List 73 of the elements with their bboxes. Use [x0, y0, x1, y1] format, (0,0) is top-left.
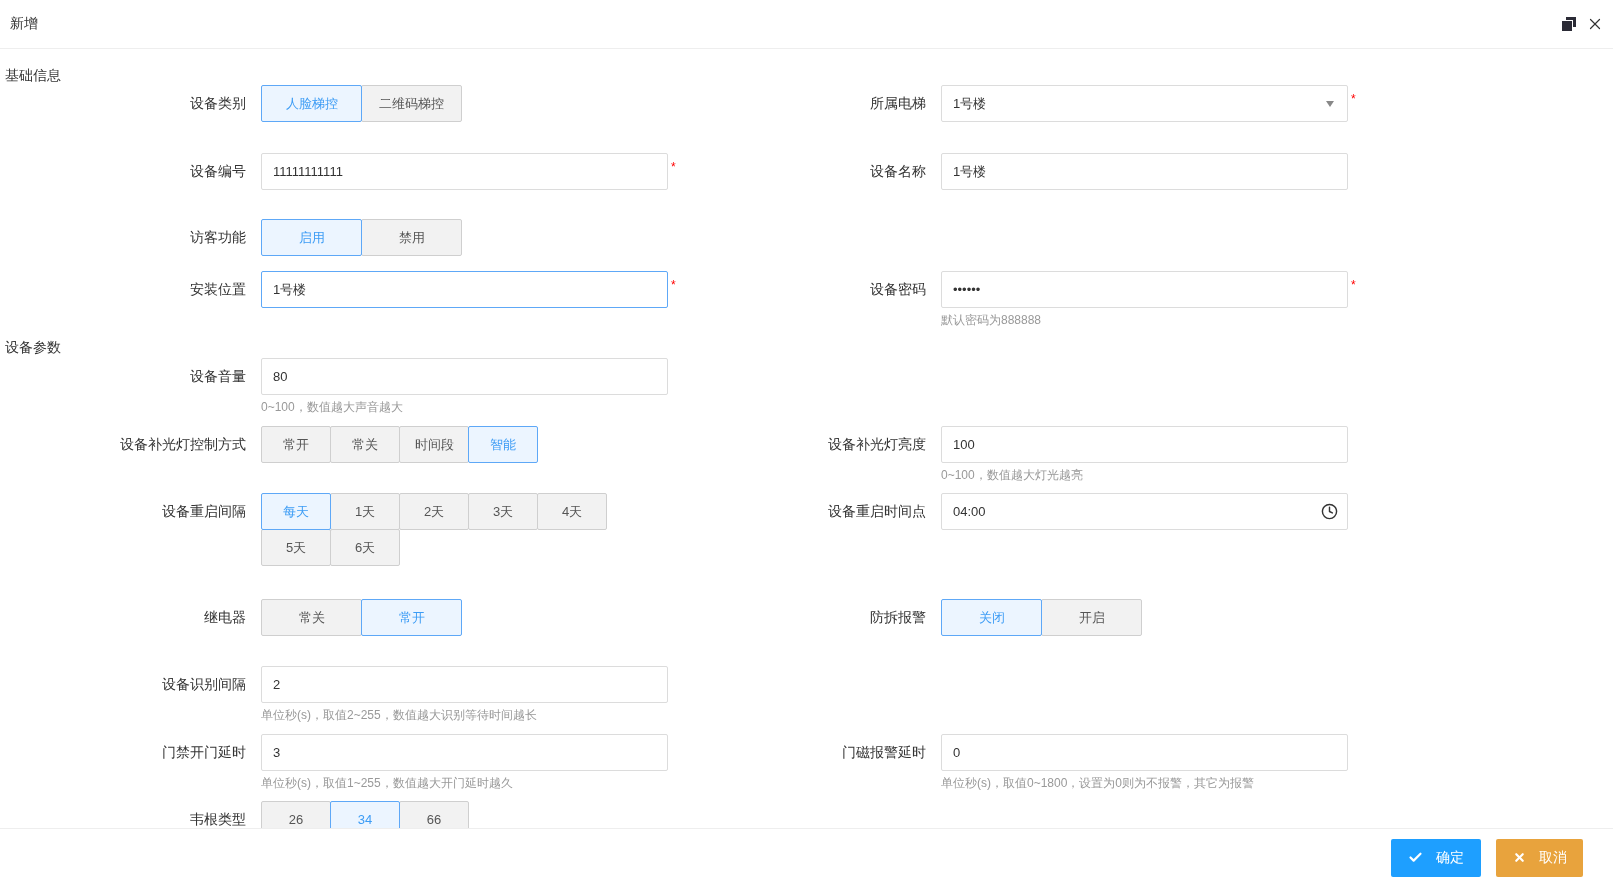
- field-value: ••••••: [953, 280, 982, 299]
- field-hint: 单位秒(s)，取值0~1800，设置为0则为不报警，其它为报警: [941, 775, 1256, 792]
- segment-option[interactable]: 3天: [468, 493, 538, 530]
- field-label: 安装位置: [189, 281, 247, 299]
- segment-option[interactable]: 开启: [1041, 599, 1142, 636]
- field-label: 设备音量: [189, 368, 247, 386]
- field-label: 设备名称: [869, 163, 927, 181]
- field-hint: 单位秒(s)，取值1~255，数值越大开门延时越久: [261, 775, 514, 792]
- segment-option[interactable]: 26: [261, 801, 331, 828]
- field-value: 04:00: [953, 502, 987, 521]
- segment-option[interactable]: 常关: [261, 599, 362, 636]
- field-label: 韦根类型: [189, 811, 247, 828]
- time-field[interactable]: 04:00: [941, 493, 1348, 530]
- field-value: 1号楼: [953, 94, 988, 113]
- required-mark: *: [1351, 279, 1356, 291]
- restore-icon[interactable]: [1562, 17, 1576, 31]
- segment-option[interactable]: 5天: [261, 529, 331, 566]
- field-hint: 0~100，数值越大声音越大: [261, 399, 404, 416]
- field-label: 设备类别: [189, 95, 247, 113]
- segment-option[interactable]: 禁用: [361, 219, 462, 256]
- field-label: 防拆报警: [869, 609, 927, 627]
- select-field[interactable]: 1号楼: [941, 85, 1348, 122]
- segment-option[interactable]: 4天: [537, 493, 607, 530]
- caret-icon: [1326, 100, 1334, 107]
- close-icon: [1512, 851, 1526, 864]
- input-field[interactable]: 80: [261, 358, 668, 395]
- field-label: 设备重启时间点: [827, 503, 927, 521]
- required-mark: *: [1351, 93, 1356, 105]
- field-label: 门禁开门延时: [161, 744, 247, 762]
- segment-option[interactable]: 常开: [261, 426, 331, 463]
- required-mark: *: [671, 279, 676, 291]
- section-title: 设备参数: [4, 340, 62, 356]
- check-icon: [1408, 850, 1423, 865]
- field-label: 所属电梯: [869, 95, 927, 113]
- field-value: 2: [273, 675, 282, 694]
- field-value: 3: [273, 743, 282, 762]
- input-field[interactable]: 1号楼: [261, 271, 668, 308]
- segment-option[interactable]: 1天: [330, 493, 400, 530]
- section-title: 基础信息: [4, 68, 62, 84]
- input-field[interactable]: 0: [941, 734, 1348, 771]
- clock-icon: [1321, 503, 1338, 520]
- field-label: 设备补光灯亮度: [827, 436, 927, 454]
- field-value: 80: [273, 367, 289, 386]
- input-field[interactable]: 11111111111: [261, 153, 668, 190]
- segment-option[interactable]: 2天: [399, 493, 469, 530]
- segment-option[interactable]: 66: [399, 801, 469, 828]
- field-value: 100: [953, 435, 976, 454]
- field-value: 11111111111: [273, 162, 344, 181]
- input-field[interactable]: 100: [941, 426, 1348, 463]
- field-value: 0: [953, 743, 962, 762]
- field-label: 继电器: [203, 609, 247, 627]
- field-label: 设备密码: [869, 281, 927, 299]
- field-label: 设备重启间隔: [161, 503, 247, 521]
- field-label: 访客功能: [189, 229, 247, 247]
- field-hint: 默认密码为888888: [941, 312, 1043, 329]
- field-value: 1号楼: [273, 280, 308, 299]
- field-label: 门磁报警延时: [841, 744, 927, 762]
- field-hint: 0~100，数值越大灯光越亮: [941, 467, 1084, 484]
- segment-option[interactable]: 二维码梯控: [361, 85, 462, 122]
- dialog-title: 新增: [10, 14, 38, 33]
- input-field[interactable]: 3: [261, 734, 668, 771]
- input-field[interactable]: ••••••: [941, 271, 1348, 308]
- field-hint: 单位秒(s)，取值2~255，数值越大识别等待时间越长: [261, 707, 538, 724]
- input-field[interactable]: 2: [261, 666, 668, 703]
- input-field[interactable]: 1号楼: [941, 153, 1348, 190]
- required-mark: *: [671, 161, 676, 173]
- field-label: 设备编号: [189, 163, 247, 181]
- field-label: 设备识别间隔: [161, 676, 247, 694]
- segment-option[interactable]: 常关: [330, 426, 400, 463]
- field-label: 设备补光灯控制方式: [119, 436, 247, 454]
- segment-option[interactable]: 6天: [330, 529, 400, 566]
- field-value: 1号楼: [953, 162, 988, 181]
- segment-option[interactable]: 时间段: [399, 426, 469, 463]
